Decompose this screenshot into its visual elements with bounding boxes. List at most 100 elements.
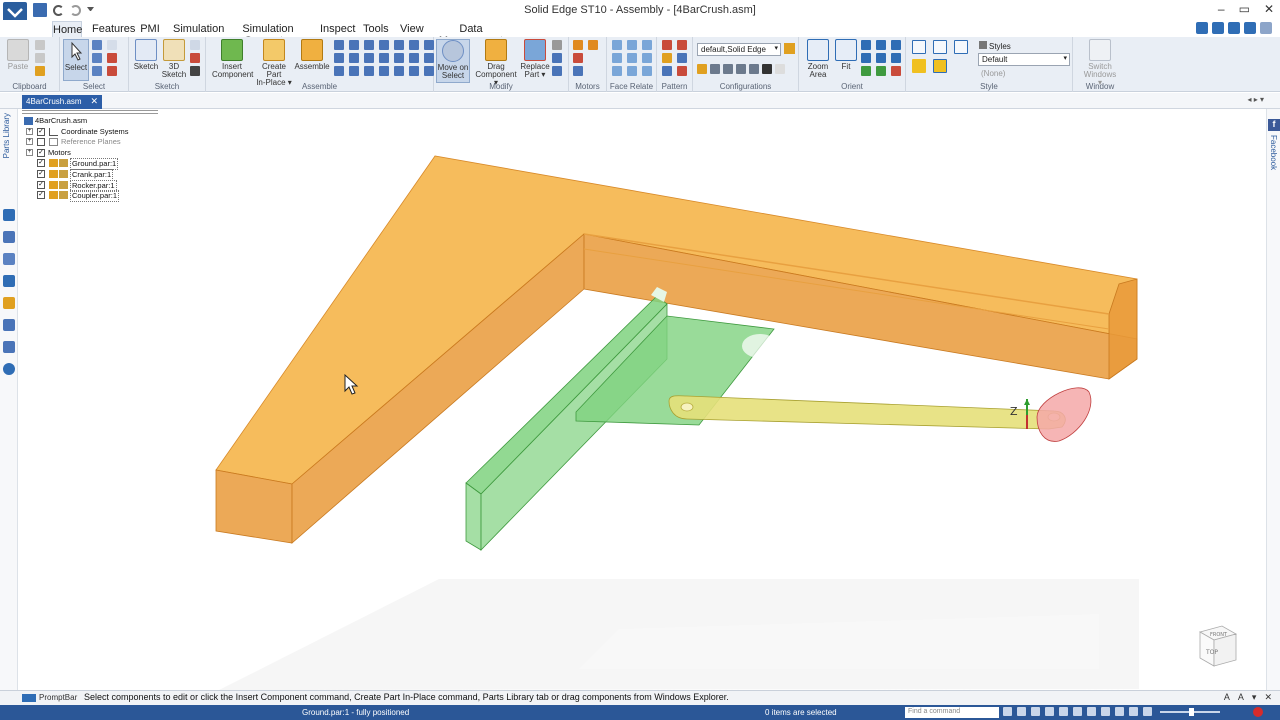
expand-icon[interactable]: + — [26, 127, 33, 135]
hide-rel-icon[interactable] — [409, 66, 419, 76]
fr-rigid-icon[interactable] — [642, 53, 652, 63]
zoom-slider-knob[interactable] — [1189, 708, 1194, 716]
arrow-icon[interactable] — [1003, 707, 1012, 716]
insert-component-button[interactable]: Insert Component — [212, 39, 253, 79]
style-secondary-dropdown[interactable]: (None) — [978, 68, 1070, 80]
3d-viewport[interactable]: Z FRONT TOP — [19, 109, 1265, 690]
tab-pmi[interactable]: PMI — [140, 21, 160, 38]
display-config-7-icon[interactable] — [775, 64, 785, 74]
view-style-2-icon[interactable] — [933, 40, 947, 54]
fr-horizontal-icon[interactable] — [627, 66, 637, 76]
flip-icon[interactable] — [349, 66, 359, 76]
simulate-motor-icon[interactable] — [573, 53, 583, 63]
format-painter-icon[interactable] — [35, 66, 45, 76]
insert-rel-icon[interactable] — [379, 40, 389, 50]
close-button[interactable]: ✕ — [1264, 2, 1274, 16]
tab-home[interactable]: Home — [52, 21, 82, 38]
rotate-small-icon[interactable] — [1073, 707, 1082, 716]
tab-features[interactable]: Features — [92, 21, 135, 38]
help-panel-icon[interactable] — [3, 275, 15, 287]
doc-close-icon[interactable] — [1260, 22, 1272, 34]
center-plane-icon[interactable] — [394, 53, 404, 63]
suppress-icon[interactable] — [364, 66, 374, 76]
relate-assist-icon[interactable] — [379, 66, 389, 76]
shaded-edges-icon[interactable] — [933, 59, 947, 73]
document-tab[interactable]: 4BarCrush.asm ✕ — [22, 95, 102, 109]
mirror-icon[interactable] — [677, 40, 687, 50]
sketch-view-small-icon[interactable] — [1087, 707, 1096, 716]
document-tab-arrows[interactable]: ◂ ▸ ▾ — [1248, 95, 1265, 104]
fr-concentric-icon[interactable] — [642, 40, 652, 50]
find-command-input[interactable]: Find a command — [905, 707, 999, 718]
pattern-edit-icon[interactable] — [677, 66, 687, 76]
drag-component-button[interactable]: Drag Component ▾ — [474, 39, 518, 87]
font-size-small-icon[interactable]: A — [1238, 692, 1244, 703]
search-icon[interactable] — [3, 363, 15, 375]
tree-item-motors[interactable]: + ✓ Motors — [22, 148, 162, 159]
view-style-1-icon[interactable] — [912, 40, 926, 54]
layers-icon[interactable] — [3, 231, 15, 243]
tree-item-coupler[interactable]: ✓ Coupler.par:1 — [22, 190, 162, 203]
select-assembly-icon[interactable] — [92, 66, 102, 76]
edit-definition-icon[interactable] — [552, 66, 562, 76]
fr-coplanar-icon[interactable] — [612, 40, 622, 50]
visibility-checkbox[interactable]: ✓ — [37, 127, 45, 136]
sketch-relations-icon[interactable] — [190, 53, 200, 63]
zoom-small-icon[interactable] — [1031, 707, 1040, 716]
select-tools-icon[interactable] — [3, 341, 15, 353]
promptbar-pin-icon[interactable]: ▾ — [1252, 692, 1257, 703]
coupler-part[interactable] — [668, 395, 1066, 430]
common-views-icon[interactable] — [876, 66, 886, 76]
switch-windows-button[interactable]: Switch Windows ▾ — [1081, 39, 1119, 87]
visibility-checkbox[interactable] — [37, 138, 45, 147]
configuration-dropdown[interactable]: default,Solid Edge ▾ — [697, 43, 781, 56]
parts-library-tab[interactable]: Parts Library — [2, 113, 11, 158]
select-button[interactable]: Select — [63, 39, 89, 81]
feature-library-icon[interactable] — [3, 319, 15, 331]
rigid-set-icon[interactable] — [409, 53, 419, 63]
maximize-button[interactable]: ▭ — [1239, 2, 1250, 16]
visibility-checkbox[interactable]: ✓ — [37, 191, 45, 200]
3d-sketch-button[interactable]: 3D Sketch — [161, 39, 187, 79]
rotational-motor-icon[interactable] — [573, 40, 583, 50]
style-dropdown[interactable]: Default ▾ — [978, 53, 1070, 66]
facebook-icon[interactable]: f — [1268, 119, 1280, 131]
linear-motor-icon[interactable] — [588, 40, 598, 50]
display-config-4-icon[interactable] — [736, 64, 746, 74]
duplicate-icon[interactable] — [662, 53, 672, 63]
minimize-button[interactable]: – — [1218, 2, 1225, 16]
display-config-5-icon[interactable] — [749, 64, 759, 74]
zoom-icon[interactable] — [861, 40, 871, 50]
match-cs-icon[interactable] — [379, 53, 389, 63]
replace-part-button[interactable]: Replace Part ▾ — [520, 39, 550, 79]
gear-rel-icon[interactable] — [349, 53, 359, 63]
rotate-icon[interactable] — [861, 53, 871, 63]
fr-parallel-icon[interactable] — [627, 40, 637, 50]
motor-options-icon[interactable] — [573, 66, 583, 76]
ribbon-collapse-icon[interactable] — [1228, 22, 1240, 34]
transfer-icon[interactable] — [552, 40, 562, 50]
disperse-icon[interactable] — [552, 53, 562, 63]
mate-icon[interactable] — [334, 40, 344, 50]
create-part-in-place-button[interactable]: Create Part In-Place ▾ — [254, 39, 294, 87]
styles-label[interactable]: Styles — [979, 41, 1011, 51]
shaded-edges-small-icon[interactable] — [1129, 707, 1138, 716]
fr-symmetric-icon[interactable] — [627, 53, 637, 63]
facebook-tab[interactable]: Facebook — [1269, 135, 1278, 170]
promptbar-close-icon[interactable]: ✕ — [1264, 692, 1272, 703]
connect-icon[interactable] — [394, 40, 404, 50]
paste-button[interactable]: Paste — [6, 39, 30, 71]
sketch-button[interactable]: Sketch — [133, 39, 159, 71]
planar-align-icon[interactable] — [349, 40, 359, 50]
pan-small-icon[interactable] — [1059, 707, 1068, 716]
tangent-icon[interactable] — [424, 40, 434, 50]
pathfinder-icon[interactable] — [3, 209, 15, 221]
visibility-checkbox[interactable]: ✓ — [37, 159, 45, 168]
visibility-checkbox[interactable]: ✓ — [37, 148, 45, 157]
ribbon-options-icon[interactable] — [1244, 22, 1256, 34]
help-search-icon[interactable] — [1212, 22, 1224, 34]
select-filter-icon[interactable] — [92, 40, 102, 50]
pattern-options-icon[interactable] — [662, 66, 672, 76]
sketch-plane-icon[interactable] — [190, 40, 200, 50]
select-parts-icon[interactable] — [107, 66, 117, 76]
